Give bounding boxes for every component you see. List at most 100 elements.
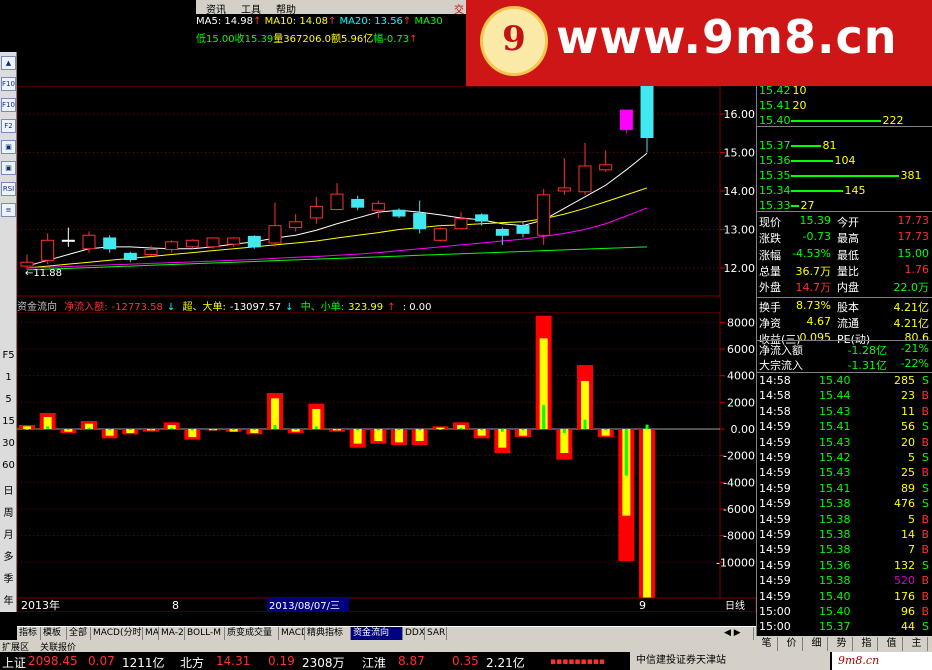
candle-body: [61, 239, 75, 242]
menu-item-tools[interactable]: 工具: [241, 1, 261, 16]
trade-price: 15.44: [819, 389, 851, 403]
trade-volume: 14: [901, 528, 915, 541]
flow-bar-small: [190, 429, 194, 431]
flow-bar-small: [542, 405, 546, 429]
trade-side: B: [921, 389, 929, 403]
tab-indicator[interactable]: DDX: [403, 627, 425, 641]
trade-time: 15:00: [759, 620, 791, 634]
left-tool-button[interactable]: F10: [1, 77, 16, 91]
tab-indicator[interactable]: 质变成交量: [225, 627, 279, 641]
price-axis-label: 14.00: [724, 185, 756, 198]
time-axis-start: 2013年: [21, 598, 60, 612]
tab-indicator[interactable]: MA-2: [159, 627, 185, 641]
right-tab[interactable]: 价: [781, 637, 803, 651]
period-button[interactable]: 15: [0, 416, 17, 427]
trade-side: S: [922, 620, 929, 634]
trade-side: B: [921, 605, 929, 618]
left-tool-button[interactable]: ▣: [1, 161, 16, 175]
left-tool-button[interactable]: F2: [1, 119, 16, 133]
tab-indicator[interactable]: 全部: [67, 627, 91, 641]
trade-time: 14:59: [759, 481, 791, 495]
period-button[interactable]: 月: [0, 526, 17, 541]
menu-item-help[interactable]: 帮助: [276, 1, 296, 16]
banner-site-text: www.9m8.cn: [556, 10, 898, 64]
period-button[interactable]: 日: [0, 482, 17, 497]
trade-volume: 44: [901, 620, 915, 634]
ob-volume-bar: [790, 160, 833, 162]
period-button[interactable]: 30: [0, 438, 17, 449]
candle-body: [619, 109, 633, 130]
quote-panel: 15.42 10 15.41 20 15.40 222 15.37 81 15.36 104 15.…: [756, 84, 932, 649]
period-button[interactable]: 季: [0, 570, 17, 585]
right-tab[interactable]: 笔: [756, 637, 778, 651]
trade-time: 14:59: [759, 451, 791, 464]
price-axis-label: 13.00: [724, 224, 756, 237]
info-amount: 额5.96亿: [331, 34, 374, 44]
ma10-label: MA10: 14.08: [264, 16, 328, 27]
tab-scroll-arrows[interactable]: ◀ ▶: [722, 627, 754, 641]
trade-side: B: [921, 404, 929, 418]
left-tool-button[interactable]: ▣: [1, 140, 16, 154]
quote-value: -0.73: [802, 230, 831, 244]
left-tool-button[interactable]: F10: [1, 98, 16, 112]
ob-volume: 104: [834, 154, 856, 167]
day-info-line: 低15.00收15.39量367206.0额5.96亿幅-0.73↑: [196, 34, 418, 44]
flow-bar-small: [314, 426, 318, 429]
info-volume: 量367206.0: [273, 34, 331, 44]
trade-row: 14:59 15.38 7 B: [759, 543, 931, 558]
period-button[interactable]: 1: [0, 372, 17, 383]
price-axis-label: 12.00: [724, 262, 756, 275]
right-tab[interactable]: 指: [856, 637, 878, 651]
left-tool-button[interactable]: RSI: [1, 182, 16, 196]
ob-price: 15.41: [759, 99, 791, 112]
trade-volume: 25: [901, 466, 915, 480]
tab-indicator[interactable]: BOLL-M: [185, 627, 225, 641]
right-tab[interactable]: 势: [831, 637, 853, 651]
capital-flow-header: 资金流向 净流入额: -12773.58 ↓ 超、大单: -13097.57 ↓ 中、小…: [17, 298, 720, 313]
trade-volume: 5: [908, 451, 915, 464]
right-tab[interactable]: 细: [806, 637, 828, 651]
indicator-tab-bar: 指标模板全部MACD(分时MAMA-2BOLL-M质变成交量MACD精典指标资金…: [17, 626, 756, 641]
ob-price: 15.37: [759, 139, 791, 152]
candle-body: [599, 164, 613, 171]
right-tab[interactable]: 主: [906, 637, 928, 651]
right-tab[interactable]: 值: [881, 637, 903, 651]
charts-svg[interactable]: 16.00 15.00 14.00 13.00 12.00 ←11.88 8000 6000 4…: [17, 86, 756, 612]
tab-indicator[interactable]: 精典指标: [305, 627, 351, 641]
tab-indicator[interactable]: 指标: [17, 627, 41, 641]
trade-volume: 11: [901, 404, 915, 418]
candle-body: [392, 209, 406, 217]
flow-axis-label: 2000: [727, 396, 755, 409]
ma30-label: MA30: [414, 16, 443, 27]
ob-volume-bar: [790, 175, 899, 177]
tab-indicator[interactable]: SAR: [425, 627, 447, 641]
menu-item-news[interactable]: 资讯: [206, 1, 226, 16]
flow-bar-small: [170, 427, 174, 429]
tab-indicator[interactable]: MA: [143, 627, 159, 641]
period-button[interactable]: 多: [0, 548, 17, 563]
period-button[interactable]: 60: [0, 460, 17, 471]
flow-bar-small: [232, 429, 236, 430]
quote-label: 总量: [759, 264, 781, 278]
cf-super-value: -13097.57: [229, 302, 282, 313]
left-tool-button[interactable]: ≡: [1, 203, 16, 217]
period-button[interactable]: 5: [0, 394, 17, 405]
candle-body: [495, 229, 509, 236]
tab-indicator[interactable]: 资金流向: [351, 627, 403, 641]
trade-volume: 20: [901, 435, 915, 449]
period-button[interactable]: 周: [0, 504, 17, 519]
info-change: 幅-0.73: [373, 34, 410, 44]
period-button[interactable]: 年: [0, 592, 17, 607]
chart-area[interactable]: 16.00 15.00 14.00 13.00 12.00 ←11.88 8000 6000 4…: [17, 86, 756, 612]
tab-indicator[interactable]: 模板: [41, 627, 67, 641]
trade-price: 15.38: [819, 512, 851, 526]
period-button[interactable]: F5: [0, 350, 17, 361]
candle-body: [557, 187, 571, 192]
menu-item-trade[interactable]: 交: [454, 1, 464, 16]
quote-label: 涨跌: [759, 232, 781, 246]
tab-indicator[interactable]: MACD(分时: [91, 627, 143, 641]
idx3-amount: 2.21亿: [486, 656, 525, 670]
tab-indicator[interactable]: MACD: [279, 627, 305, 641]
trade-time: 14:59: [759, 466, 791, 480]
left-tool-button[interactable]: ▲: [1, 56, 16, 70]
